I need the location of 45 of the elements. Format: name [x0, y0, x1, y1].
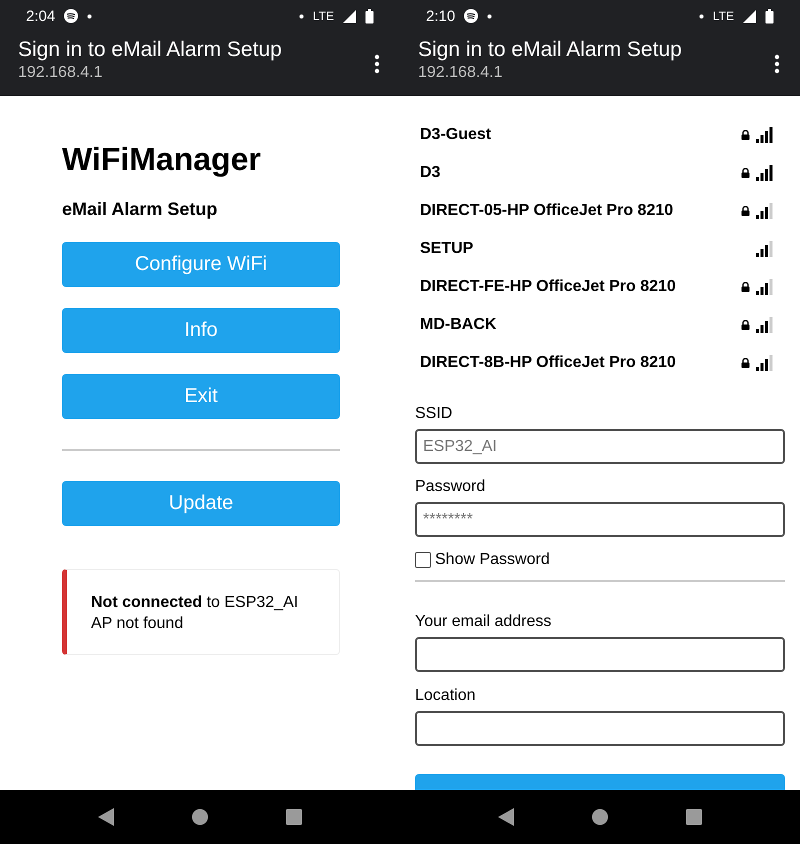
field-label: Your email address: [415, 612, 552, 632]
field-label: Location: [415, 686, 476, 706]
location-field[interactable]: [415, 711, 785, 746]
connection-status: Not connected to ESP32_AI: [91, 593, 300, 613]
network-item[interactable]: D3: [420, 154, 773, 192]
more-menu-icon[interactable]: [374, 54, 380, 74]
back-icon[interactable]: [98, 808, 114, 826]
clock: 2:10: [426, 8, 456, 24]
field-label: SSID: [415, 404, 454, 424]
notification-dot-icon: [698, 14, 704, 18]
cell-signal-icon: [343, 10, 356, 22]
page-url: 192.168.4.1: [418, 63, 504, 83]
network-item[interactable]: D3-Guest: [420, 116, 773, 154]
notification-dot-icon: [87, 14, 92, 18]
app-heading: WiFiManager: [62, 140, 262, 179]
page-title: Sign in to eMail Alarm Setup: [18, 37, 283, 63]
clock: 2:04: [26, 8, 56, 24]
more-menu-icon[interactable]: [774, 54, 780, 74]
network-item[interactable]: DIRECT-05-HP OfficeJet Pro 8210: [420, 192, 773, 230]
email-field[interactable]: [415, 637, 785, 672]
network-item[interactable]: MD-BACK: [420, 306, 773, 344]
home-icon[interactable]: [192, 809, 208, 825]
checkbox-label: Show Password: [435, 551, 550, 569]
music-app-icon: [64, 9, 78, 23]
error-text: AP not found: [91, 614, 184, 634]
ssid-field[interactable]: ESP32_AI: [415, 429, 785, 464]
password-field[interactable]: ********: [415, 502, 785, 537]
notification-dot-icon: [487, 14, 492, 18]
cell-signal-icon: [743, 10, 756, 22]
battery-icon: [765, 8, 774, 24]
field-label: Password: [415, 477, 486, 497]
network-type: LTE: [312, 9, 334, 23]
notification-dot-icon: [298, 14, 304, 18]
network-item[interactable]: DIRECT-FE-HP OfficeJet Pro 8210: [420, 268, 773, 306]
page-title: Sign in to eMail Alarm Setup: [418, 37, 683, 63]
network-item[interactable]: SETUP: [420, 230, 773, 268]
device-name: eMail Alarm Setup: [62, 198, 218, 220]
network-type: LTE: [712, 9, 734, 23]
page-url: 192.168.4.1: [18, 63, 104, 83]
back-icon[interactable]: [498, 808, 514, 826]
battery-icon: [365, 8, 374, 24]
checkbox[interactable]: [415, 552, 431, 568]
home-icon[interactable]: [592, 809, 608, 825]
music-app-icon: [464, 9, 478, 23]
network-item[interactable]: DIRECT-8B-HP OfficeJet Pro 8210: [420, 344, 773, 382]
